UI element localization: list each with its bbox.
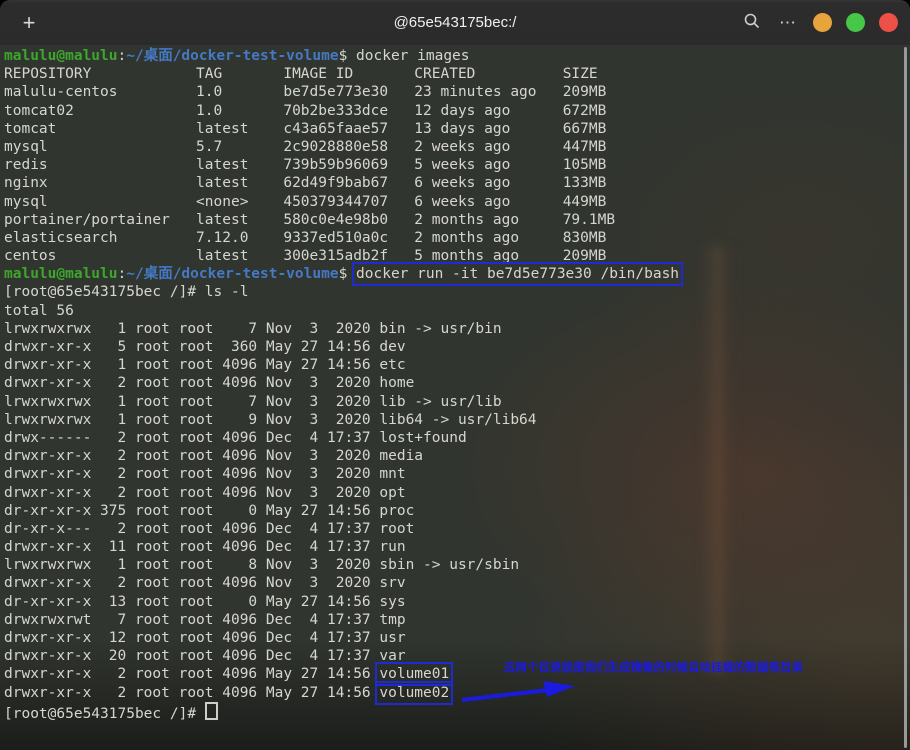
terminal-line-9: mysql <none> 450379344707 6 weeks ago 44… — [4, 193, 679, 211]
terminal-line-11: elasticsearch 7.12.0 9337ed510a0c 2 mont… — [4, 229, 679, 247]
terminal-line-26: dr-xr-xr-x 375 root root 0 May 27 14:56 … — [4, 502, 679, 520]
terminal-line-10: portainer/portainer latest 580c0e4e98b0 … — [4, 211, 679, 229]
titlebar: + @65e543175bec:/ ⋯ — [0, 0, 910, 46]
terminal-line-13: malulu@malulu:~/桌面/docker-test-volume$ d… — [4, 265, 679, 283]
terminal-line-14: [root@65e543175bec /]# ls -l — [4, 283, 679, 301]
terminal-line-17: drwxr-xr-x 5 root root 360 May 27 14:56 … — [4, 338, 679, 356]
terminal-output: malulu@malulu:~/桌面/docker-test-volume$ d… — [4, 47, 679, 720]
terminal-line-37: [root@65e543175bec /]# — [4, 702, 679, 720]
terminal-line-16: lrwxrwxrwx 1 root root 7 Nov 3 2020 bin … — [4, 320, 679, 338]
highlight-box: volume01 — [379, 666, 449, 682]
terminal-line-12: centos latest 300e315adb2f 5 months ago … — [4, 247, 679, 265]
titlebar-controls: ⋯ — [741, 10, 898, 35]
search-button[interactable] — [741, 10, 763, 35]
search-icon — [743, 12, 761, 33]
terminal-line-15: total 56 — [4, 302, 679, 320]
terminal-line-33: drwxr-xr-x 12 root root 4096 Dec 4 17:37… — [4, 629, 679, 647]
terminal-line-32: drwxrwxrwt 7 root root 4096 Dec 4 17:37 … — [4, 611, 679, 629]
new-tab-button[interactable]: + — [14, 8, 44, 38]
scrollbar[interactable] — [904, 47, 907, 748]
minimize-button[interactable] — [813, 13, 832, 32]
terminal-line-1: malulu@malulu:~/桌面/docker-test-volume$ d… — [4, 47, 679, 65]
terminal-line-8: nginx latest 62d49f9bab67 6 weeks ago 13… — [4, 174, 679, 192]
terminal-line-22: drwx------ 2 root root 4096 Dec 4 17:37 … — [4, 429, 679, 447]
terminal-line-2: REPOSITORY TAG IMAGE ID CREATED SIZE — [4, 65, 679, 83]
terminal-line-5: tomcat latest c43a65faae57 13 days ago 6… — [4, 120, 679, 138]
highlight-box: docker run -it be7d5e773e30 /bin/bash — [356, 266, 679, 282]
menu-icon: ⋯ — [779, 18, 797, 28]
close-button[interactable] — [879, 13, 898, 32]
terminal-line-30: drwxr-xr-x 2 root root 4096 Nov 3 2020 s… — [4, 574, 679, 592]
terminal-line-31: dr-xr-xr-x 13 root root 0 May 27 14:56 s… — [4, 593, 679, 611]
terminal-line-28: drwxr-xr-x 11 root root 4096 Dec 4 17:37… — [4, 538, 679, 556]
terminal-line-3: malulu-centos 1.0 be7d5e773e30 23 minute… — [4, 83, 679, 101]
terminal-line-24: drwxr-xr-x 2 root root 4096 Nov 3 2020 m… — [4, 465, 679, 483]
terminal-line-4: tomcat02 1.0 70b2be333dce 12 days ago 67… — [4, 102, 679, 120]
highlight-box: volume02 — [379, 685, 449, 701]
terminal-line-6: mysql 5.7 2c9028880e58 2 weeks ago 447MB — [4, 138, 679, 156]
terminal-line-19: drwxr-xr-x 2 root root 4096 Nov 3 2020 h… — [4, 374, 679, 392]
terminal-line-23: drwxr-xr-x 2 root root 4096 Nov 3 2020 m… — [4, 447, 679, 465]
terminal-line-29: lrwxrwxrwx 1 root root 8 Nov 3 2020 sbin… — [4, 556, 679, 574]
terminal-window: + @65e543175bec:/ ⋯ malulu@malulu:~/桌面/d… — [0, 0, 910, 750]
wallpaper-pillar — [698, 245, 740, 675]
terminal-cursor — [205, 702, 218, 720]
maximize-button[interactable] — [846, 13, 865, 32]
annotation-note: 这两个目录就是我们生成镜像的时候自动挂载的数据卷目录 — [504, 659, 803, 675]
terminal-line-7: redis latest 739b59b96069 5 weeks ago 10… — [4, 156, 679, 174]
terminal-screen[interactable]: malulu@malulu:~/桌面/docker-test-volume$ d… — [0, 45, 910, 750]
terminal-line-20: lrwxrwxrwx 1 root root 7 Nov 3 2020 lib … — [4, 393, 679, 411]
terminal-line-36: drwxr-xr-x 2 root root 4096 May 27 14:56… — [4, 684, 679, 702]
terminal-line-27: dr-xr-x--- 2 root root 4096 Dec 4 17:37 … — [4, 520, 679, 538]
terminal-line-25: drwxr-xr-x 2 root root 4096 Nov 3 2020 o… — [4, 484, 679, 502]
terminal-line-18: drwxr-xr-x 1 root root 4096 May 27 14:56… — [4, 356, 679, 374]
terminal-line-21: lrwxrwxrwx 1 root root 9 Nov 3 2020 lib6… — [4, 411, 679, 429]
menu-button[interactable]: ⋯ — [777, 16, 799, 30]
